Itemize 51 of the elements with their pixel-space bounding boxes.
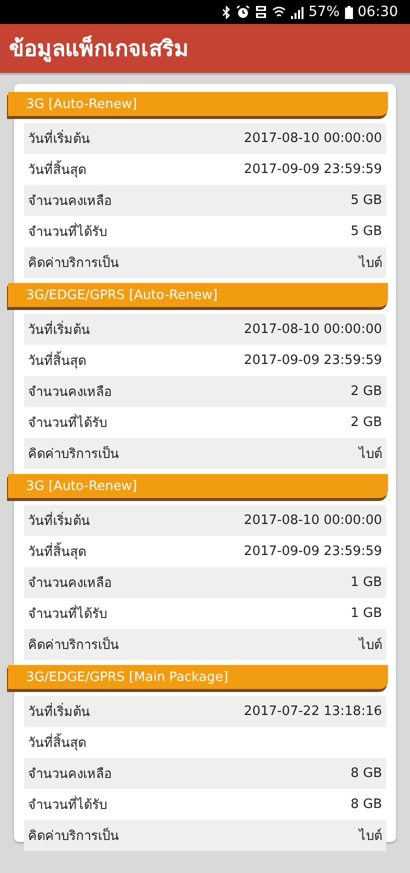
row-value: ไบต์: [359, 254, 382, 273]
row-value: 1 GB: [350, 575, 382, 590]
row-label: คิดค่าบริการเป็น: [28, 636, 119, 655]
row-value: 2017-09-09 23:59:59: [244, 353, 382, 368]
row-label: จำนวนที่ได้รับ: [28, 794, 107, 815]
row-value: 2017-09-09 23:59:59: [244, 162, 382, 177]
row-label: วันที่สิ้นสุด: [28, 541, 86, 562]
row-label: คิดค่าบริการเป็น: [28, 254, 119, 273]
clock-time: 06:30: [358, 4, 398, 20]
row-value: 5 GB: [350, 224, 382, 239]
row-label: คิดค่าบริการเป็น: [28, 444, 119, 464]
row-value: 8 GB: [350, 766, 382, 781]
row-label: จำนวนคงเหลือ: [28, 575, 112, 593]
package-header: 3G [Auto-Renew]: [8, 474, 388, 498]
row-value: 8 GB: [350, 797, 382, 812]
alarm-icon: [236, 5, 250, 19]
row-value: 2017-08-10 00:00:00: [244, 131, 382, 146]
row-value: 5 GB: [350, 193, 382, 208]
package-header: 3G/EDGE/GPRS [Auto-Renew]: [8, 283, 388, 307]
row-label: จำนวนคงเหลือ: [28, 193, 112, 211]
row-label: คิดค่าบริการเป็น: [28, 826, 119, 846]
row-label: วันที่สิ้นสุด: [28, 159, 86, 180]
row-label: จำนวนคงเหลือ: [28, 384, 112, 402]
battery-icon: [344, 6, 353, 18]
row-label: วันที่สิ้นสุด: [28, 732, 86, 753]
package-header: 3G/EDGE/GPRS [Main Package]: [8, 665, 388, 689]
row-label: จำนวนที่ได้รับ: [28, 412, 107, 433]
row-label: วันที่เริ่มต้น: [28, 510, 90, 531]
row-label: จำนวนคงเหลือ: [28, 766, 112, 784]
row-label: วันที่สิ้นสุด: [28, 350, 86, 371]
row-value: ไบต์: [359, 827, 382, 846]
row-value: ไบต์: [359, 636, 382, 655]
row-value: 2017-07-22 13:18:16: [244, 704, 382, 719]
wifi-icon: [272, 6, 286, 18]
bluetooth-icon: [222, 6, 231, 18]
row-label: วันที่เริ่มต้น: [28, 701, 90, 722]
row-label: จำนวนที่ได้รับ: [28, 221, 107, 242]
row-value: 2017-09-09 23:59:59: [244, 544, 382, 559]
row-value: ไบต์: [359, 445, 382, 464]
package-header: 3G [Auto-Renew]: [8, 92, 388, 116]
row-label: วันที่เริ่มต้น: [28, 128, 90, 149]
row-value: 2 GB: [350, 384, 382, 399]
row-value: 1 GB: [350, 606, 382, 621]
page-title: ข้อมูลแพ็กเกจเสริม: [9, 34, 189, 64]
row-value: 2 GB: [350, 415, 382, 430]
battery-percent: 57%: [308, 4, 340, 20]
signal-icon: [290, 6, 304, 18]
row-label: จำนวนที่ได้รับ: [28, 603, 107, 624]
row-label: วันที่เริ่มต้น: [28, 319, 90, 340]
row-value: 2017-08-10 00:00:00: [244, 322, 382, 337]
row-value: 2017-08-10 00:00:00: [244, 513, 382, 528]
